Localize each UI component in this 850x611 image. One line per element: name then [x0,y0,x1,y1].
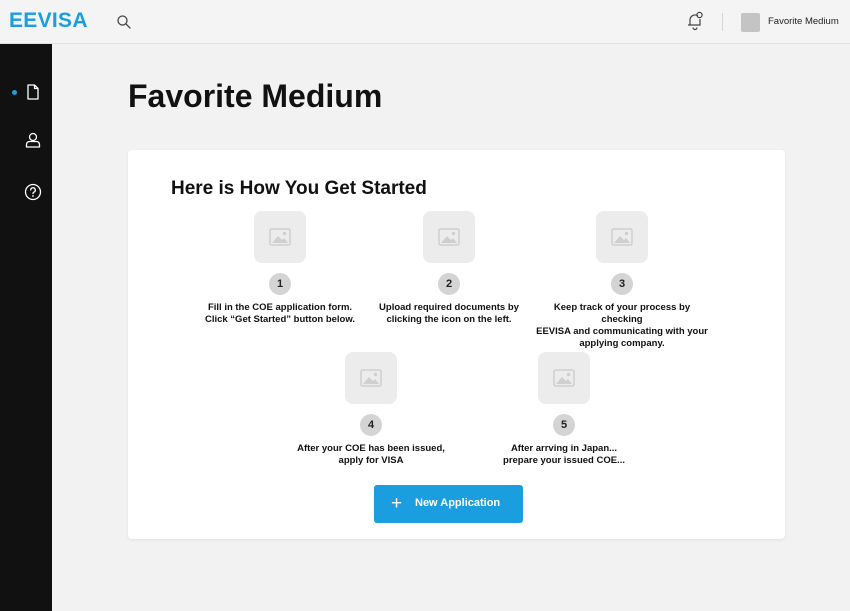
step-number: 5 [553,414,575,436]
getting-started-card: Here is How You Get Started 1 Fill in th… [128,150,785,539]
step-text: Fill in the COE application form. Click … [204,302,356,325]
avatar[interactable] [741,13,760,32]
new-application-button[interactable]: + New Application [374,485,523,523]
step-3: 3 Keep track of your process by checking… [532,211,712,350]
step-number: 1 [269,273,291,295]
user-icon [25,132,41,148]
header-divider [722,13,723,31]
button-label: New Application [415,497,501,509]
search-icon[interactable] [116,14,132,30]
sidebar-item-documents[interactable] [0,78,52,106]
bell-icon[interactable] [686,11,704,31]
plus-icon: + [391,493,403,514]
image-placeholder-icon [423,211,475,263]
step-number: 4 [360,414,382,436]
card-heading: Here is How You Get Started [171,178,427,199]
active-indicator [12,90,17,95]
image-placeholder-icon [345,352,397,404]
sidebar [0,44,52,611]
step-1: 1 Fill in the COE application form. Clic… [190,211,370,326]
image-placeholder-icon [254,211,306,263]
document-icon [27,84,39,100]
logo[interactable]: EEVISA [9,9,88,33]
step-text: After your COE has been issued, apply fo… [297,443,445,466]
sidebar-item-help[interactable] [0,178,52,206]
help-icon [24,183,42,201]
sidebar-item-profile[interactable] [0,126,52,154]
step-number: 3 [611,273,633,295]
step-text: Upload required documents by clicking th… [379,302,519,325]
step-number: 2 [438,273,460,295]
user-name[interactable]: Favorite Medium [768,16,839,27]
image-placeholder-icon [596,211,648,263]
step-text: Keep track of your process by checking E… [536,302,708,349]
step-5: 5 After arrving in Japan... prepare your… [474,352,654,467]
page-title: Favorite Medium [128,78,383,114]
step-text: After arrving in Japan... prepare your i… [503,443,625,466]
step-4: 4 After your COE has been issued, apply … [281,352,461,467]
top-bar: EEVISA Favorite Medium [0,0,850,44]
step-2: 2 Upload required documents by clicking … [359,211,539,326]
image-placeholder-icon [538,352,590,404]
